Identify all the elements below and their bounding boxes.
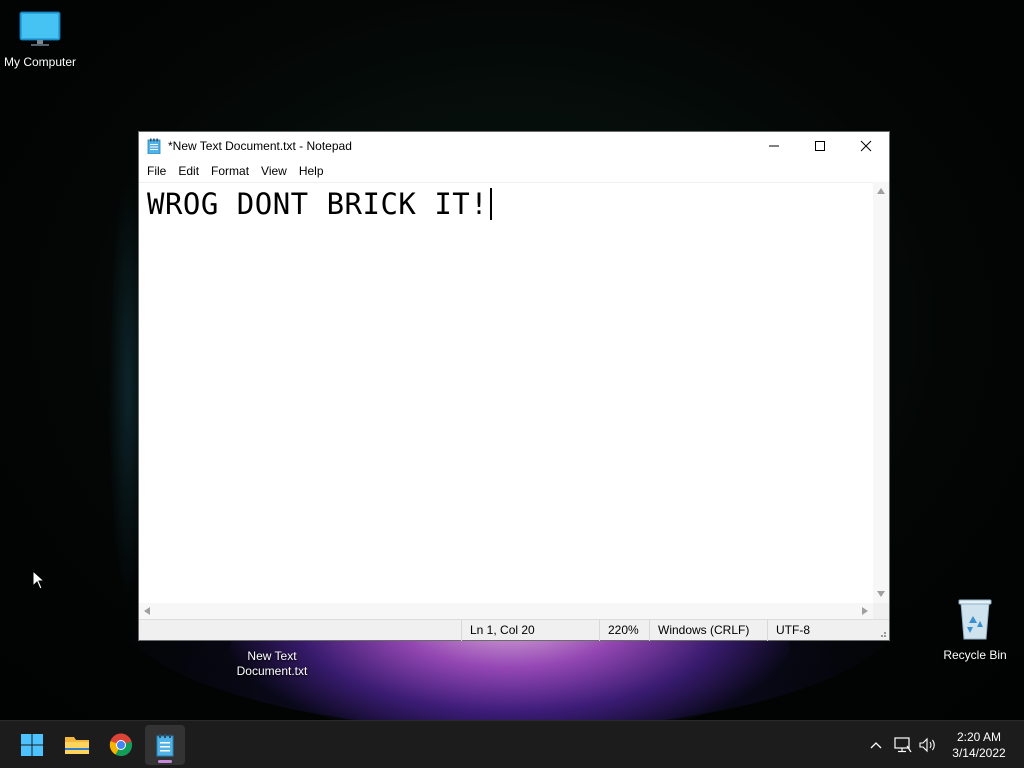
- resize-grip-icon[interactable]: [877, 628, 887, 638]
- taskbar-chrome[interactable]: [101, 725, 141, 765]
- menu-format[interactable]: Format: [205, 160, 255, 182]
- monitor-icon: [19, 11, 61, 46]
- mouse-cursor-icon: [32, 570, 46, 590]
- close-button[interactable]: [843, 132, 889, 160]
- editor-text: WROG DONT BRICK IT!: [147, 187, 489, 221]
- desktop-icon-recycle-bin[interactable]: Recycle Bin: [935, 597, 1015, 663]
- windows-start-icon: [21, 734, 43, 756]
- desktop-icon-my-computer[interactable]: My Computer: [0, 10, 80, 70]
- text-editor[interactable]: WROG DONT BRICK IT!: [139, 182, 873, 603]
- scroll-right-arrow-icon[interactable]: [862, 607, 868, 615]
- text-caret: [490, 188, 492, 220]
- recycle-bin-icon: [958, 599, 992, 640]
- volume-icon: [919, 737, 935, 753]
- vertical-scrollbar[interactable]: [873, 182, 889, 603]
- chevron-up-icon: [870, 742, 882, 749]
- scrollbar-corner: [873, 603, 889, 619]
- menu-view[interactable]: View: [255, 160, 293, 182]
- desktop-icon-label: Recycle Bin: [943, 648, 1007, 662]
- maximize-button[interactable]: [797, 132, 843, 160]
- volume-button[interactable]: [918, 735, 938, 755]
- menu-help[interactable]: Help: [293, 160, 330, 182]
- network-icon: [894, 737, 912, 753]
- system-clock[interactable]: 2:20 AM 3/14/2022: [944, 729, 1014, 761]
- horizontal-scrollbar[interactable]: [139, 603, 873, 619]
- status-zoom: 220%: [599, 620, 651, 641]
- scroll-down-arrow-icon[interactable]: [877, 591, 885, 597]
- window-title: *New Text Document.txt - Notepad: [168, 139, 352, 153]
- clock-time: 2:20 AM: [956, 730, 1002, 744]
- desktop-icon-label: New Text Document.txt: [236, 649, 308, 678]
- network-button[interactable]: [893, 735, 913, 755]
- menu-file[interactable]: File: [141, 160, 172, 182]
- notepad-window: *New Text Document.txt - Notepad File Ed…: [138, 131, 890, 641]
- show-hidden-icons-button[interactable]: [866, 735, 886, 755]
- minimize-icon: [769, 145, 779, 147]
- active-app-indicator: [158, 760, 172, 763]
- menu-edit[interactable]: Edit: [172, 160, 205, 182]
- taskbar-notepad[interactable]: [145, 725, 185, 765]
- scroll-left-arrow-icon[interactable]: [144, 607, 150, 615]
- menu-bar: File Edit Format View Help: [139, 160, 889, 182]
- folder-icon: [65, 737, 89, 754]
- taskbar: 2:20 AM 3/14/2022: [0, 720, 1024, 768]
- clock-date: 3/14/2022: [952, 746, 1006, 760]
- status-position: Ln 1, Col 20: [461, 620, 601, 641]
- desktop-icon-label: My Computer: [3, 55, 77, 69]
- status-line-ending: Windows (CRLF): [649, 620, 769, 641]
- minimize-button[interactable]: [751, 132, 797, 160]
- start-button[interactable]: [12, 725, 52, 765]
- close-icon: [860, 140, 872, 152]
- scroll-up-arrow-icon[interactable]: [877, 188, 885, 194]
- chrome-icon: [109, 733, 133, 757]
- title-bar[interactable]: *New Text Document.txt - Notepad: [139, 132, 889, 160]
- notepad-icon: [156, 734, 174, 757]
- maximize-icon: [815, 141, 825, 151]
- taskbar-file-explorer[interactable]: [57, 725, 97, 765]
- desktop-icon-new-text-document[interactable]: New Text Document.txt: [232, 645, 312, 679]
- status-bar: Ln 1, Col 20 220% Windows (CRLF) UTF-8: [139, 619, 889, 641]
- editor-content[interactable]: WROG DONT BRICK IT!: [147, 187, 492, 221]
- notepad-icon: [147, 138, 161, 154]
- status-encoding: UTF-8: [767, 620, 867, 641]
